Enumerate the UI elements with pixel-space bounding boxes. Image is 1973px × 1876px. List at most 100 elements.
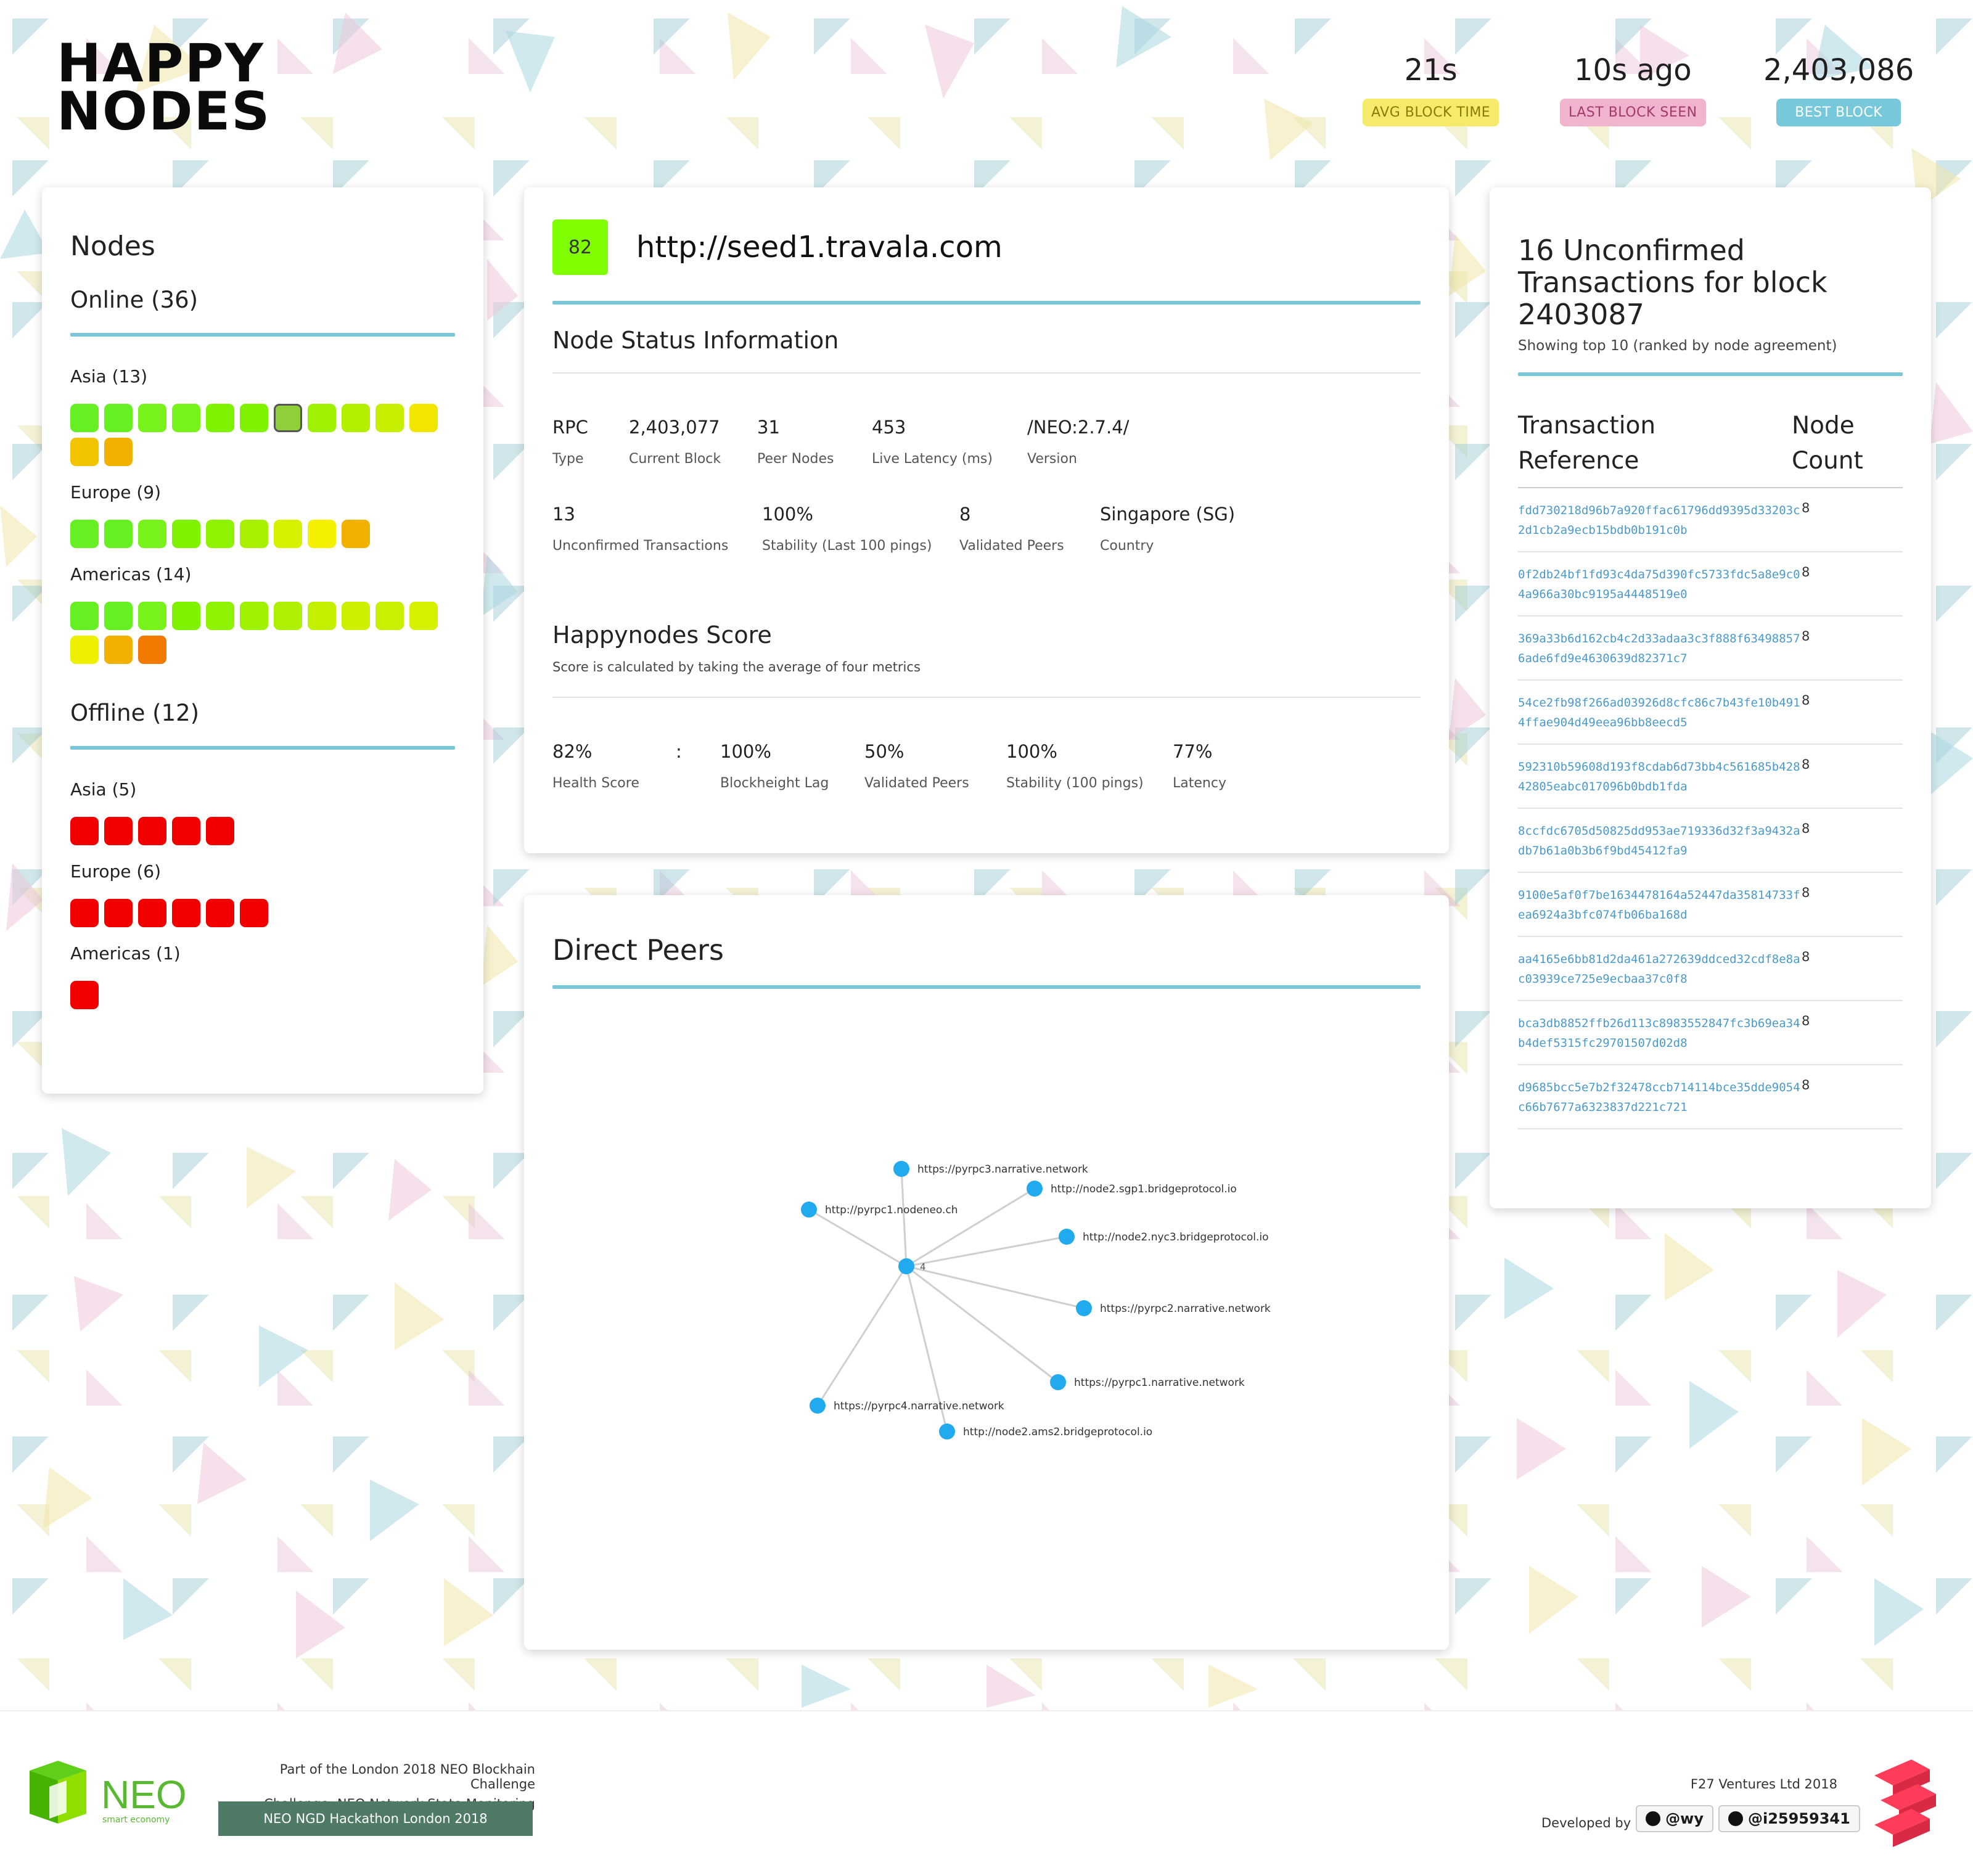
node-status-dot[interactable] (138, 899, 166, 927)
node-status-dot[interactable] (240, 520, 268, 548)
cell-label: Stability (Last 100 pings) (762, 538, 932, 554)
online-title: Online (36) (70, 287, 199, 313)
cell-value: 8 (959, 504, 971, 525)
node-status-dot[interactable] (342, 520, 370, 548)
score-separator: : (676, 741, 720, 791)
node-status-dot[interactable] (70, 817, 99, 845)
stat-badge: BEST BLOCK (1776, 99, 1901, 126)
node-status-dot[interactable] (206, 404, 234, 432)
node-status-dot[interactable] (240, 899, 268, 927)
node-status-dot[interactable] (172, 899, 200, 927)
node-status-dot[interactable] (70, 981, 99, 1009)
node-status-dot[interactable] (104, 899, 133, 927)
node-status-dot[interactable] (70, 636, 99, 664)
online-regions: Asia (13) Europe (9) Americas (14) (70, 366, 455, 664)
peer-node[interactable] (1076, 1300, 1092, 1316)
peer-label: http://pyrpc1.nodeneo.ch (825, 1204, 958, 1216)
node-dots (70, 981, 440, 1009)
developer-credits: Developed by @wy @i25959341 (1541, 1805, 1860, 1832)
cell-value: 100% (720, 741, 771, 762)
health-score: 82% Health Score (552, 741, 676, 791)
node-status-dot[interactable] (70, 899, 99, 927)
peer-node[interactable] (939, 1423, 955, 1440)
node-status-dot[interactable] (138, 636, 166, 664)
node-status-dot[interactable] (104, 404, 133, 432)
peer-node[interactable] (1059, 1229, 1075, 1245)
node-status-dot[interactable] (104, 438, 133, 466)
tx-hash-link[interactable]: 8ccfdc6705d50825dd953ae719336d32f3a9432a… (1518, 821, 1802, 861)
peer-edge (808, 1208, 907, 1268)
tx-row: bca3db8852ffb26d113c8983552847fc3b69ea34… (1518, 1001, 1903, 1065)
node-status-dot[interactable] (172, 520, 200, 548)
node-status-dot[interactable] (70, 404, 99, 432)
node-status-dot[interactable] (375, 602, 404, 630)
node-status-dot[interactable] (104, 817, 133, 845)
node-status-dot[interactable] (342, 404, 370, 432)
node-status-dot[interactable] (104, 636, 133, 664)
github-button-i25959341[interactable]: @i25959341 (1718, 1805, 1860, 1832)
cell-label: Latency (1173, 776, 1226, 791)
node-status-dot[interactable] (409, 602, 438, 630)
divider (552, 372, 1421, 374)
tx-hash-link[interactable]: 0f2db24bf1fd93c4da75d390fc5733fdc5a8e9c0… (1518, 565, 1802, 604)
tx-hash-link[interactable]: 369a33b6d162cb4c2d33adaa3c3f888f63498857… (1518, 629, 1802, 668)
node-status-dot[interactable] (172, 602, 200, 630)
tx-hash-link[interactable]: aa4165e6bb81d2da461a272639ddced32cdf8e8a… (1518, 949, 1802, 989)
node-status-dot[interactable] (206, 899, 234, 927)
node-status-dot[interactable] (375, 404, 404, 432)
developed-by-text: Developed by (1541, 1816, 1631, 1830)
node-status-dot[interactable] (342, 602, 370, 630)
node-status-dot[interactable] (274, 520, 302, 548)
neo-logo[interactable] (27, 1759, 89, 1829)
node-status-dot[interactable] (104, 520, 133, 548)
tx-hash-link[interactable]: 54ce2fb98f266ad03926d8cfc86c7b43fe10b491… (1518, 693, 1802, 732)
github-button-wy[interactable]: @wy (1636, 1805, 1713, 1832)
node-status-dot[interactable] (206, 520, 234, 548)
peer-label: http://node2.sgp1.bridgeprotocol.io (1051, 1183, 1237, 1195)
tx-node-count: 8 (1802, 949, 1810, 964)
peer-node[interactable] (893, 1161, 909, 1177)
center-node[interactable] (898, 1258, 914, 1274)
peer-graph[interactable]: https://pyrpc3.narrative.network http://n… (552, 989, 1421, 1630)
node-status-dot[interactable] (274, 602, 302, 630)
score-row: 82% Health Score : 100% Blockheight Lag … (552, 741, 1421, 791)
node-status-dot[interactable] (206, 817, 234, 845)
node-status-dot[interactable] (70, 520, 99, 548)
region-label: Europe (6) (70, 861, 162, 882)
tx-hash-link[interactable]: 592310b59608d193f8cdab6d73bb4c561685b428… (1518, 757, 1802, 797)
stat-value: 10s ago (1574, 53, 1692, 88)
node-status-dot[interactable] (274, 404, 302, 432)
f27-logo-icon[interactable] (1868, 1757, 1948, 1849)
tx-node-count: 8 (1802, 1078, 1810, 1092)
tx-hash-link[interactable]: d9685bcc5e7b2f32478ccb714114bce35dde9054… (1518, 1078, 1802, 1117)
status-row-1: RPC Type 2,403,077 Current Block 31 Peer… (552, 417, 1421, 467)
node-status-dot[interactable] (308, 602, 336, 630)
peer-node[interactable] (810, 1398, 826, 1414)
node-status-dot[interactable] (138, 817, 166, 845)
node-status-dot[interactable] (308, 404, 336, 432)
divider (70, 746, 455, 750)
node-status-dot[interactable] (70, 602, 99, 630)
hackathon-banner[interactable]: NEO NGD Hackathon London 2018 (218, 1801, 533, 1836)
node-status-dot[interactable] (240, 602, 268, 630)
peer-node[interactable] (1027, 1181, 1043, 1197)
happynodes-logo[interactable]: HAPPY NODES (57, 37, 271, 138)
node-status-dot[interactable] (172, 817, 200, 845)
node-status-dot[interactable] (104, 602, 133, 630)
node-status-dot[interactable] (138, 520, 166, 548)
node-status-dot[interactable] (70, 438, 99, 466)
node-status-dot[interactable] (240, 404, 268, 432)
cell-value: 31 (757, 417, 780, 438)
node-status-dot[interactable] (138, 602, 166, 630)
node-status-dot[interactable] (172, 404, 200, 432)
tx-hash-link[interactable]: 9100e5af0f7be1634478164a52447da35814733f… (1518, 885, 1802, 925)
node-url[interactable]: http://seed1.travala.com (636, 230, 1003, 264)
tx-hash-link[interactable]: fdd730218d96b7a920ffac61796dd9395d33203c… (1518, 501, 1802, 540)
node-status-dot[interactable] (206, 602, 234, 630)
peer-node[interactable] (1050, 1374, 1066, 1390)
tx-hash-link[interactable]: bca3db8852ffb26d113c8983552847fc3b69ea34… (1518, 1014, 1802, 1053)
node-status-dot[interactable] (138, 404, 166, 432)
node-status-dot[interactable] (409, 404, 438, 432)
peer-node[interactable] (801, 1202, 817, 1218)
node-status-dot[interactable] (308, 520, 336, 548)
